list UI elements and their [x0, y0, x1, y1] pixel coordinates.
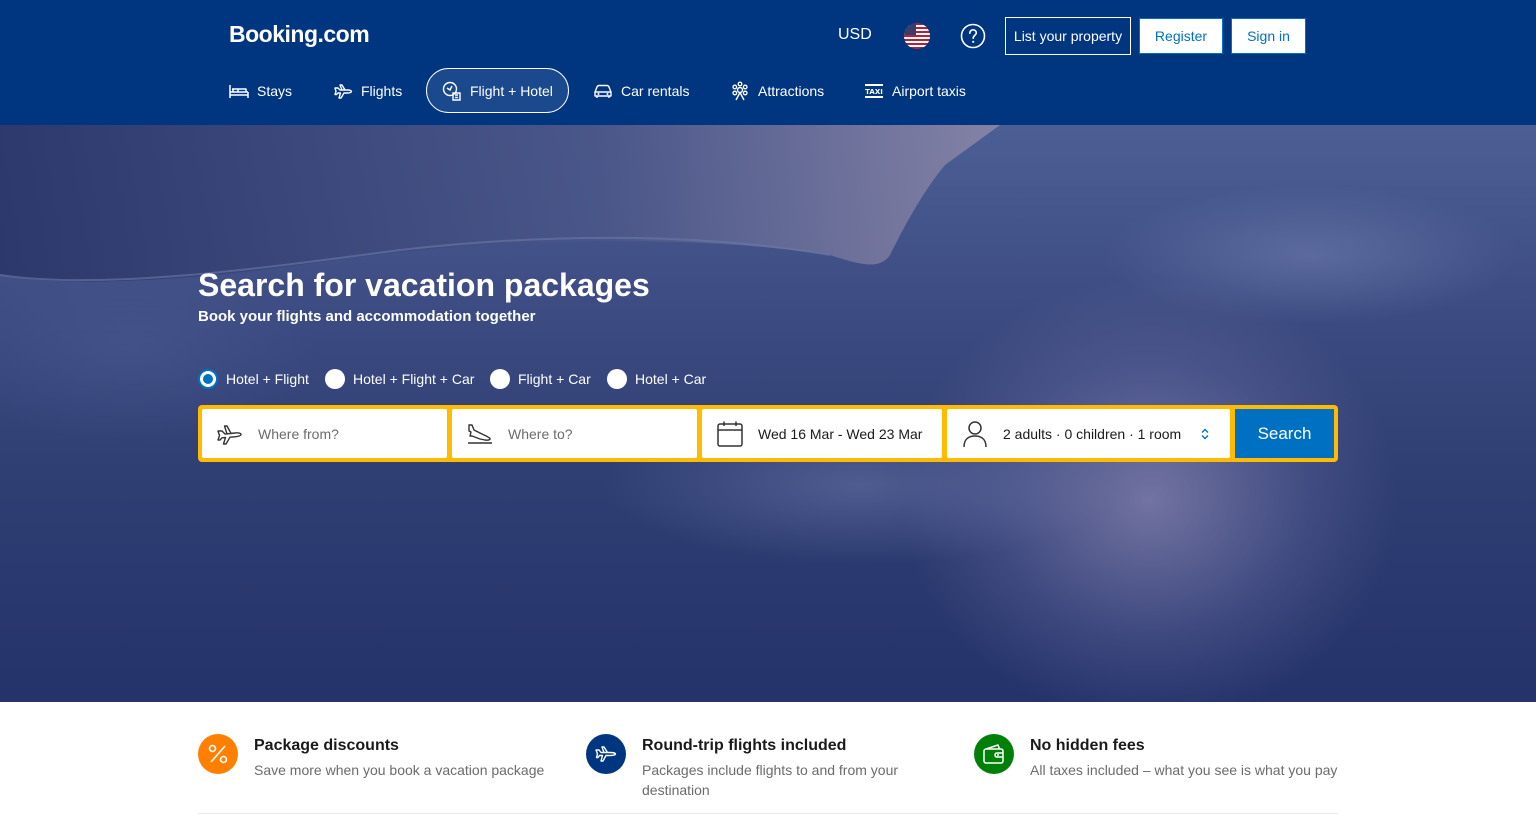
attractions-icon — [732, 81, 748, 100]
tab-label: Airport taxis — [892, 82, 966, 99]
radio-button-checked[interactable] — [198, 369, 218, 389]
tab-stays[interactable]: Stays — [214, 68, 307, 113]
destination-field[interactable] — [452, 409, 697, 458]
radio-hotel-flight[interactable]: Hotel + Flight — [198, 369, 309, 389]
radio-button[interactable] — [490, 369, 510, 389]
car-icon — [594, 84, 612, 98]
guests-field[interactable]: 2 adults · 0 children · 1 room — [947, 409, 1230, 458]
radio-button[interactable] — [607, 369, 627, 389]
radio-label: Hotel + Car — [635, 371, 707, 387]
flight-hotel-icon — [442, 81, 461, 101]
help-icon[interactable] — [960, 23, 986, 49]
benefit-no-hidden-fees: No hidden fees All taxes included – what… — [974, 734, 1338, 780]
us-flag-icon[interactable] — [904, 23, 930, 49]
plane-icon — [334, 83, 353, 99]
header: Booking.com USD List your property Regis… — [0, 0, 1536, 125]
taxi-icon: TAXI — [865, 83, 883, 98]
hero-title: Search for vacation packages — [198, 267, 650, 303]
tab-flights[interactable]: Flights — [318, 68, 417, 113]
plane-icon — [586, 734, 626, 774]
tab-flight-hotel[interactable]: Flight + Hotel — [426, 68, 569, 113]
benefit-title: No hidden fees — [1030, 737, 1145, 754]
logo[interactable]: Booking.com — [229, 21, 370, 48]
register-button[interactable]: Register — [1139, 18, 1223, 54]
tab-label: Flights — [361, 82, 403, 99]
benefit-description: All taxes included – what you see is wha… — [1030, 762, 1338, 778]
chevron-up-down-icon — [1201, 428, 1209, 439]
benefit-round-trip: Round-trip flights included Packages inc… — [586, 734, 936, 800]
search-bar: Wed 16 Mar - Wed 23 Mar 2 adults · 0 chi… — [198, 405, 1338, 462]
radio-button[interactable] — [325, 369, 345, 389]
origin-field[interactable] — [202, 409, 447, 458]
tab-label: Flight + Hotel — [470, 82, 553, 99]
radio-hotel-flight-car[interactable]: Hotel + Flight + Car — [325, 369, 474, 389]
radio-label: Flight + Car — [518, 371, 591, 387]
radio-label: Hotel + Flight — [226, 371, 309, 387]
benefit-package-discounts: Package discounts Save more when you boo… — [198, 734, 568, 780]
date-range-value: Wed 16 Mar - Wed 23 Mar — [758, 425, 923, 442]
bed-icon — [229, 84, 249, 98]
radio-hotel-car[interactable]: Hotel + Car — [607, 369, 706, 389]
person-icon — [947, 419, 1003, 449]
tab-label: Stays — [257, 82, 293, 99]
search-button[interactable]: Search — [1235, 409, 1334, 458]
svg-text:TAXI: TAXI — [865, 88, 883, 96]
currency-selector[interactable]: USD — [838, 26, 872, 44]
arrival-plane-icon — [452, 422, 508, 446]
departure-plane-icon — [202, 422, 258, 446]
wallet-icon — [974, 734, 1014, 774]
guests-value: 2 adults · 0 children · 1 room — [1003, 425, 1182, 442]
radio-label: Hotel + Flight + Car — [353, 371, 475, 387]
percent-icon — [198, 734, 238, 774]
benefit-description: Save more when you book a vacation packa… — [254, 762, 545, 778]
benefit-title: Package discounts — [254, 737, 399, 754]
sign-in-button[interactable]: Sign in — [1231, 18, 1306, 54]
benefit-title: Round-trip flights included — [642, 737, 847, 754]
radio-flight-car[interactable]: Flight + Car — [490, 369, 591, 389]
list-property-button[interactable]: List your property — [1005, 17, 1131, 55]
benefit-description: Packages include flights to and from you… — [642, 762, 899, 798]
divider — [198, 813, 1338, 814]
tab-attractions[interactable]: Attractions — [715, 68, 839, 113]
hero-subtitle: Book your flights and accommodation toge… — [198, 308, 536, 325]
tab-label: Attractions — [758, 82, 825, 99]
calendar-icon — [702, 420, 758, 448]
date-field[interactable]: Wed 16 Mar - Wed 23 Mar — [702, 409, 942, 458]
destination-input[interactable] — [508, 425, 678, 442]
tab-label: Car rentals — [621, 82, 690, 99]
tab-car-rentals[interactable]: Car rentals — [578, 68, 704, 113]
origin-input[interactable] — [258, 425, 428, 442]
tab-airport-taxis[interactable]: TAXI Airport taxis — [849, 68, 981, 113]
